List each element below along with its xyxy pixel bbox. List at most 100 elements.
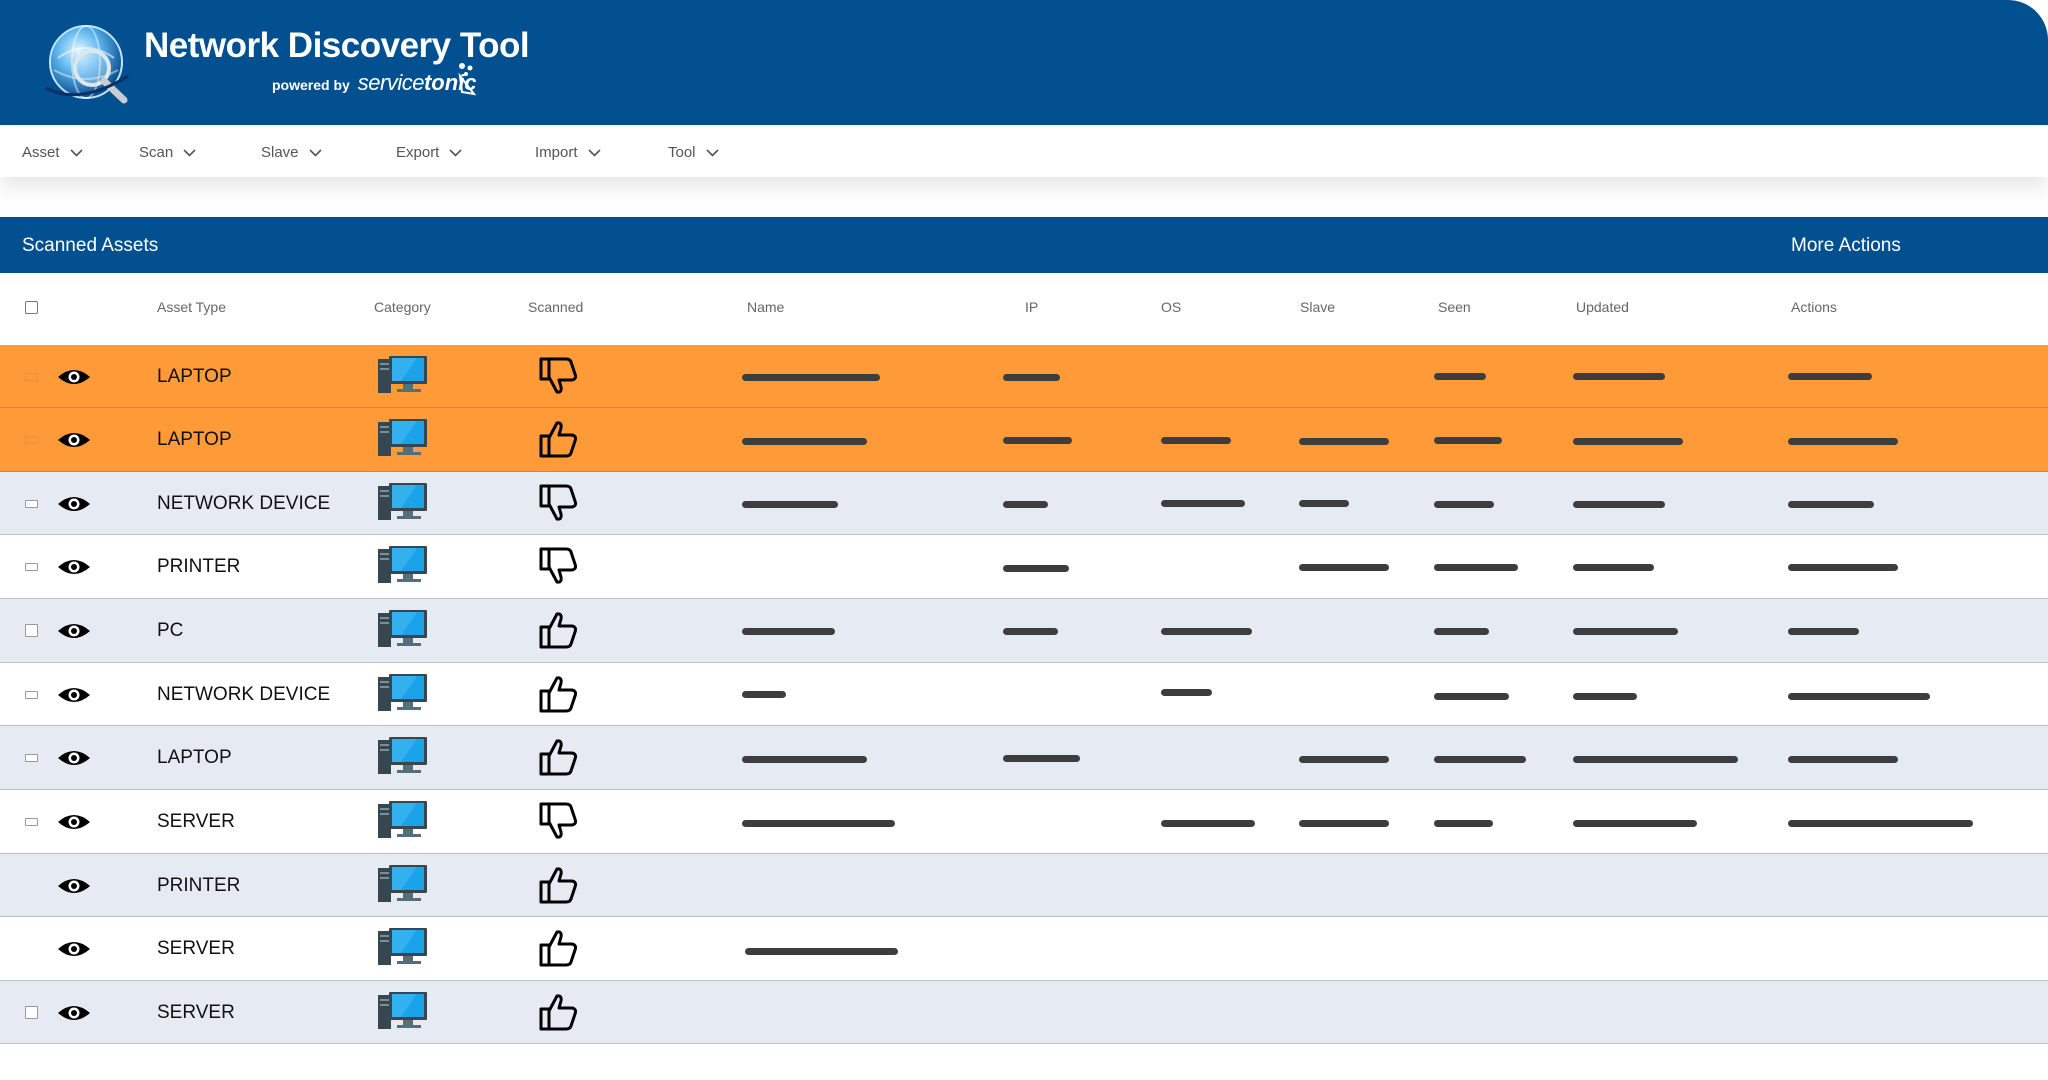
globe-magnifier-icon xyxy=(45,25,129,104)
redacted-value xyxy=(1434,820,1493,827)
table-row[interactable]: NETWORK DEVICE xyxy=(0,472,2048,535)
redacted-value xyxy=(1299,500,1349,507)
desktop-computer-icon xyxy=(378,928,427,965)
main-menu: Asset Scan Slave Export Import Tool xyxy=(0,125,2048,177)
asset-type-cell: LAPTOP xyxy=(157,747,232,768)
table-row[interactable]: LAPTOP xyxy=(0,345,2048,408)
redacted-value xyxy=(1299,438,1389,445)
redacted-value xyxy=(1434,756,1526,763)
redacted-value xyxy=(1003,755,1080,762)
view-eye-icon[interactable] xyxy=(57,876,91,896)
redacted-value xyxy=(1788,756,1898,763)
table-row[interactable]: PRINTER xyxy=(0,854,2048,917)
row-checkbox[interactable] xyxy=(25,563,38,571)
column-seen[interactable]: Seen xyxy=(1438,299,1471,315)
menu-scan[interactable]: Scan xyxy=(139,144,196,161)
redacted-value xyxy=(1788,438,1898,445)
thumbs-up-icon xyxy=(539,930,578,967)
redacted-value xyxy=(742,438,867,445)
view-eye-icon[interactable] xyxy=(57,367,91,387)
menu-import[interactable]: Import xyxy=(535,144,601,161)
view-eye-icon[interactable] xyxy=(57,812,91,832)
redacted-value xyxy=(745,948,898,955)
redacted-value xyxy=(1434,437,1502,444)
redacted-value xyxy=(742,756,867,763)
table-row[interactable]: SERVER xyxy=(0,790,2048,854)
view-eye-icon[interactable] xyxy=(57,685,91,705)
table-row[interactable]: LAPTOP xyxy=(0,408,2048,472)
menu-slave[interactable]: Slave xyxy=(261,144,322,161)
menu-scan-label: Scan xyxy=(139,144,174,161)
desktop-computer-icon xyxy=(378,483,427,520)
redacted-value xyxy=(1788,564,1898,571)
redacted-value xyxy=(742,691,786,698)
desktop-computer-icon xyxy=(378,992,427,1029)
column-os[interactable]: OS xyxy=(1161,299,1181,315)
redacted-value xyxy=(1573,501,1665,508)
column-slave[interactable]: Slave xyxy=(1300,299,1335,315)
view-eye-icon[interactable] xyxy=(57,1003,91,1023)
desktop-computer-icon xyxy=(378,610,427,647)
column-asset-type[interactable]: Asset Type xyxy=(157,299,226,315)
asset-type-cell: SERVER xyxy=(157,938,235,959)
redacted-value xyxy=(1299,756,1389,763)
redacted-value xyxy=(1788,501,1874,508)
view-eye-icon[interactable] xyxy=(57,748,91,768)
row-checkbox[interactable] xyxy=(25,818,38,826)
chevron-down-icon xyxy=(449,148,462,157)
row-checkbox[interactable] xyxy=(25,1006,38,1019)
row-checkbox[interactable] xyxy=(25,624,38,637)
table-row[interactable]: SERVER xyxy=(0,917,2048,981)
redacted-value xyxy=(1788,693,1930,700)
redacted-value xyxy=(1299,820,1389,827)
column-scanned[interactable]: Scanned xyxy=(528,299,583,315)
asset-type-cell: PC xyxy=(157,620,184,641)
column-updated[interactable]: Updated xyxy=(1576,299,1629,315)
row-checkbox[interactable] xyxy=(25,754,38,762)
redacted-value xyxy=(1161,628,1252,635)
row-checkbox[interactable] xyxy=(25,691,38,699)
view-eye-icon[interactable] xyxy=(57,494,91,514)
app-header: Network Discovery Tool powered by servic… xyxy=(0,0,2048,125)
column-actions[interactable]: Actions xyxy=(1791,299,1837,315)
row-checkbox[interactable] xyxy=(25,500,38,508)
redacted-value xyxy=(1161,689,1212,696)
menu-tool[interactable]: Tool xyxy=(668,144,719,161)
row-checkbox[interactable] xyxy=(25,436,38,444)
redacted-value xyxy=(1161,500,1245,507)
column-name[interactable]: Name xyxy=(747,299,784,315)
redacted-value xyxy=(1434,693,1509,700)
column-ip[interactable]: IP xyxy=(1025,299,1038,315)
asset-type-cell: SERVER xyxy=(157,1002,235,1023)
asset-type-cell: SERVER xyxy=(157,811,235,832)
redacted-value xyxy=(1434,373,1486,380)
table-row[interactable]: PRINTER xyxy=(0,535,2048,599)
view-eye-icon[interactable] xyxy=(57,430,91,450)
desktop-computer-icon xyxy=(378,801,427,838)
table-row[interactable]: LAPTOP xyxy=(0,726,2048,790)
redacted-value xyxy=(1434,628,1489,635)
menu-export-label: Export xyxy=(396,144,440,161)
menu-export[interactable]: Export xyxy=(396,144,462,161)
menu-asset[interactable]: Asset xyxy=(22,144,83,161)
thumbs-up-icon xyxy=(539,867,578,904)
more-actions-button[interactable]: More Actions xyxy=(1791,235,1901,257)
redacted-value xyxy=(1573,564,1654,571)
view-eye-icon[interactable] xyxy=(57,939,91,959)
asset-type-cell: NETWORK DEVICE xyxy=(157,684,331,705)
table-row[interactable]: SERVER xyxy=(0,981,2048,1044)
view-eye-icon[interactable] xyxy=(57,557,91,577)
redacted-value xyxy=(1573,438,1683,445)
redacted-value xyxy=(742,374,880,381)
redacted-value xyxy=(742,501,838,508)
redacted-value xyxy=(1161,437,1231,444)
table-row[interactable]: PC xyxy=(0,599,2048,663)
table-row[interactable]: NETWORK DEVICE xyxy=(0,663,2048,726)
thumbs-down-icon xyxy=(539,802,578,839)
select-all-checkbox[interactable] xyxy=(25,301,38,314)
view-eye-icon[interactable] xyxy=(57,621,91,641)
row-checkbox[interactable] xyxy=(25,373,38,381)
chevron-down-icon xyxy=(183,148,196,157)
redacted-value xyxy=(1573,373,1665,380)
column-category[interactable]: Category xyxy=(374,299,431,315)
